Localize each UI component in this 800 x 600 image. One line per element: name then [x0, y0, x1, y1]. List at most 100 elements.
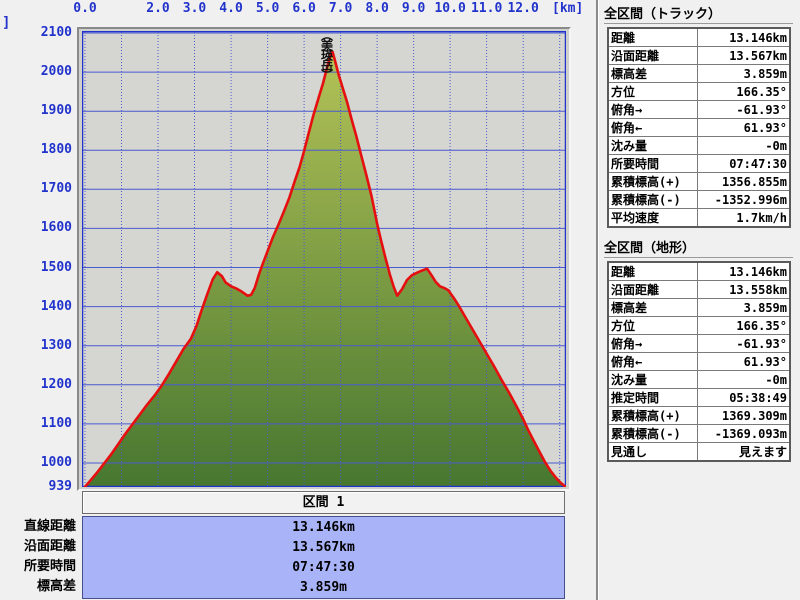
y-axis-tick-label: 1500 — [20, 260, 72, 275]
x-axis-tick-label: 10.0 — [430, 1, 470, 16]
stat-value: 61.93° — [697, 119, 790, 137]
stat-row: 推定時間05:38:49 — [608, 389, 790, 407]
stat-row: 方位166.35° — [608, 83, 790, 101]
summary-row-label: 直線距離 — [0, 517, 76, 537]
stat-row: 沿面距離13.567km — [608, 47, 790, 65]
stats-section-title: 全区間（地形） — [604, 235, 793, 258]
stat-value: -0m — [697, 137, 790, 155]
stat-row: 方位166.35° — [608, 317, 790, 335]
stat-label: 沿面距離 — [608, 47, 697, 65]
stat-row: 標高差3.859m — [608, 65, 790, 83]
summary-row-label: 標高差 — [0, 577, 76, 597]
x-axis-tick-label: 0.0 — [65, 1, 105, 16]
chart-plot-area[interactable] — [82, 31, 566, 487]
summary-row-labels: 直線距離沿面距離所要時間標高差 — [0, 517, 76, 597]
stat-row: 俯角←61.93° — [608, 353, 790, 371]
x-axis-unit-label: [km] — [552, 1, 583, 16]
stat-value: 13.558km — [697, 281, 790, 299]
stats-table: 距離13.146km沿面距離13.558km標高差3.859m方位166.35°… — [607, 261, 791, 462]
stats-section: 全区間（地形） 距離13.146km沿面距離13.558km標高差3.859m方位… — [604, 235, 793, 462]
stat-row: 累積標高(+)1356.855m — [608, 173, 790, 191]
summary-row-label: 所要時間 — [0, 557, 76, 577]
stats-table: 距離13.146km沿面距離13.567km標高差3.859m方位166.35°… — [607, 27, 791, 228]
y-axis-tick-label: 1900 — [20, 103, 72, 118]
stat-value: 07:47:30 — [697, 155, 790, 173]
stat-row: 俯角→-61.93° — [608, 335, 790, 353]
stat-label: 沈み量 — [608, 371, 697, 389]
y-axis-tick-label: 1200 — [20, 377, 72, 392]
stat-row: 沈み量-0m — [608, 137, 790, 155]
stat-value: 3.859m — [697, 65, 790, 83]
y-axis-tick-label: 2000 — [20, 64, 72, 79]
stat-value: -0m — [697, 371, 790, 389]
y-axis-tick-label: 1000 — [20, 455, 72, 470]
stat-value: 61.93° — [697, 353, 790, 371]
stat-value: -1369.093m — [697, 425, 790, 443]
summary-row-value: 13.146km — [83, 518, 564, 538]
stat-label: 沈み量 — [608, 137, 697, 155]
stat-value: 見えます — [697, 443, 790, 462]
stats-section: 全区間（トラック）距離13.146km沿面距離13.567km標高差3.859m… — [604, 1, 793, 228]
stat-label: 方位 — [608, 317, 697, 335]
y-axis-unit-fragment: ] — [2, 15, 10, 31]
y-axis-tick-label: 2100 — [20, 25, 72, 40]
summary-row-value: 07:47:30 — [83, 558, 564, 578]
section-header-bar: 区間 1 — [82, 491, 565, 514]
x-axis-tick-label: 3.0 — [175, 1, 215, 16]
stat-label: 距離 — [608, 262, 697, 281]
stat-value: 166.35° — [697, 83, 790, 101]
x-axis-tick-label: 2.0 — [138, 1, 178, 16]
stat-label: 推定時間 — [608, 389, 697, 407]
stat-row: 距離13.146km — [608, 28, 790, 47]
y-axis-tick-label: 1100 — [20, 416, 72, 431]
stat-value: -61.93° — [697, 335, 790, 353]
y-axis-tick-label: 1600 — [20, 220, 72, 235]
stat-label: 距離 — [608, 28, 697, 47]
y-axis-tick-label: 1800 — [20, 142, 72, 157]
x-axis-tick-label: 8.0 — [357, 1, 397, 16]
y-axis-tick-label: 1400 — [20, 299, 72, 314]
stat-value: 13.567km — [697, 47, 790, 65]
y-axis-tick-label: 939 — [20, 479, 72, 494]
stat-label: 俯角→ — [608, 101, 697, 119]
stat-label: 累積標高(+) — [608, 407, 697, 425]
stat-value: -61.93° — [697, 101, 790, 119]
x-axis-tick-label: 11.0 — [467, 1, 507, 16]
stat-label: 平均速度 — [608, 209, 697, 228]
elevation-profile-window: { "chart_data": { "type": "area", "x_uni… — [0, 0, 800, 600]
stat-label: 標高差 — [608, 299, 697, 317]
x-axis-tick-label: 6.0 — [284, 1, 324, 16]
x-axis-tick-label: 12.0 — [503, 1, 543, 16]
stat-value: 1369.309m — [697, 407, 790, 425]
y-axis-tick-label: 1700 — [20, 181, 72, 196]
stat-row: 累積標高(+)1369.309m — [608, 407, 790, 425]
stat-value: 13.146km — [697, 262, 790, 281]
stat-label: 累積標高(-) — [608, 425, 697, 443]
stat-value: 05:38:49 — [697, 389, 790, 407]
x-axis-tick-label: 5.0 — [248, 1, 288, 16]
stat-value: 3.859m — [697, 299, 790, 317]
stat-row: 沈み量-0m — [608, 371, 790, 389]
stat-label: 累積標高(+) — [608, 173, 697, 191]
section-values-box: 13.146km13.567km07:47:303.859m — [82, 516, 565, 599]
x-axis-tick-label: 4.0 — [211, 1, 251, 16]
stat-label: 俯角→ — [608, 335, 697, 353]
stat-value: 1.7km/h — [697, 209, 790, 228]
stat-row: 累積標高(-)-1352.996m — [608, 191, 790, 209]
stats-panel: 全区間（トラック）距離13.146km沿面距離13.567km標高差3.859m… — [599, 0, 800, 600]
stat-label: 標高差 — [608, 65, 697, 83]
stat-row: 平均速度1.7km/h — [608, 209, 790, 228]
stat-value: 1356.855m — [697, 173, 790, 191]
stat-value: 13.146km — [697, 28, 790, 47]
summary-row-value: 3.859m — [83, 578, 564, 598]
stat-label: 累積標高(-) — [608, 191, 697, 209]
stat-value: 166.35° — [697, 317, 790, 335]
stat-value: -1352.996m — [697, 191, 790, 209]
stat-label: 沿面距離 — [608, 281, 697, 299]
stat-row: 俯角→-61.93° — [608, 101, 790, 119]
peak-annotation: （美瑛岳） — [320, 29, 333, 79]
x-axis-tick-label: 7.0 — [321, 1, 361, 16]
stat-label: 見通し — [608, 443, 697, 462]
stat-row: 標高差3.859m — [608, 299, 790, 317]
x-axis-tick-label: 9.0 — [394, 1, 434, 16]
